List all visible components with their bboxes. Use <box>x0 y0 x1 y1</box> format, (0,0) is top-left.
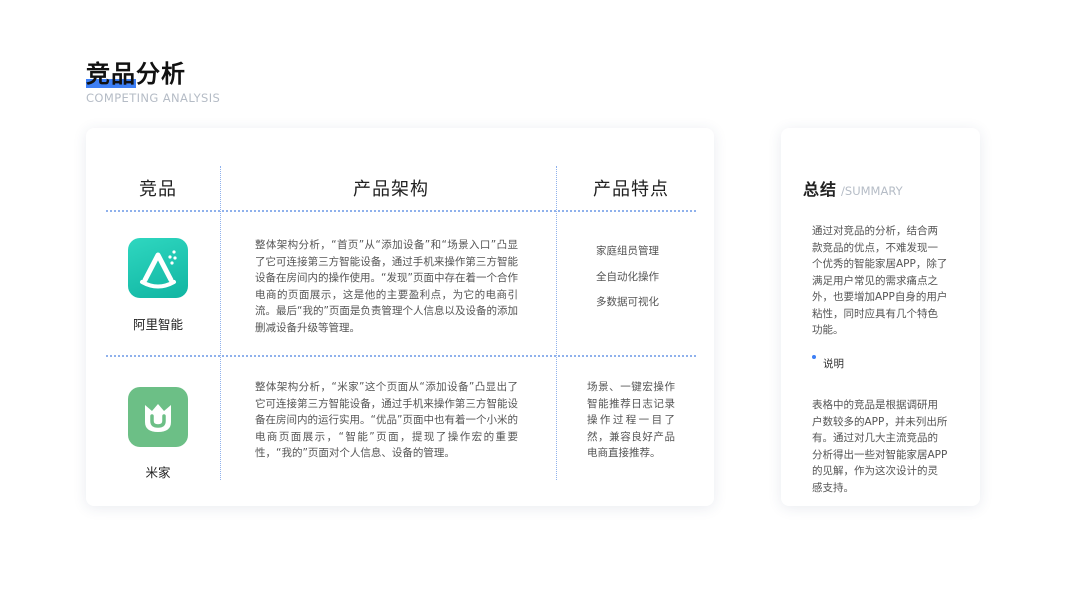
note-label: 说明 <box>823 358 844 370</box>
column-header-features: 产品特点 <box>593 179 669 200</box>
architecture-text-mijia: 整体架构分析，“米家”这个页面从“添加设备”凸显出了它可连接第三方智能设备，通过… <box>255 381 518 459</box>
table-divider-vertical-1 <box>220 166 221 480</box>
note-heading: 说明 <box>812 355 844 371</box>
architecture-text-alibaba: 整体架构分析，“首页”从“添加设备”和“场景入口”凸显了它可连接第三方智能设备，… <box>255 239 518 334</box>
comparison-table-card: 竞品 产品架构 产品特点 阿里智能 整体架构分析，“首页”从“添加设备”和“场景… <box>86 128 714 506</box>
feature-item: 多数据可视化 <box>596 296 659 308</box>
column-header-architecture: 产品架构 <box>353 179 429 200</box>
page-title-block: 竞品分析 <box>86 58 186 90</box>
page-subtitle: COMPETING ANALYSIS <box>86 91 221 105</box>
summary-title-cn: 总结 <box>803 180 838 199</box>
summary-title: 总结/SUMMARY <box>803 176 903 200</box>
feature-item: 全自动化操作 <box>596 270 659 283</box>
product-name-mijia: 米家 <box>145 465 171 480</box>
summary-card: 总结/SUMMARY 通过对竞品的分析，结合两款竞品的优点，不难发现一个优秀的智… <box>781 128 980 506</box>
feature-text-mijia: 场景、一键宏操作智能推荐日志记录操作过程一目了然，兼容良好产品电商直接推荐。 <box>587 381 675 459</box>
bullet-dot-icon <box>812 355 816 359</box>
table-divider-horizontal-2 <box>106 355 696 357</box>
table-divider-vertical-2 <box>556 166 557 480</box>
product-name-alibaba: 阿里智能 <box>132 317 183 332</box>
mijia-icon <box>128 387 188 447</box>
alibaba-smart-icon <box>128 238 188 298</box>
summary-body: 通过对竞品的分析，结合两款竞品的优点，不难发现一个优秀的智能家居APP，除了满足… <box>812 225 948 336</box>
column-header-product: 竞品 <box>139 179 177 200</box>
feature-item: 家庭组员管理 <box>596 245 659 257</box>
summary-title-en: /SUMMARY <box>841 184 903 198</box>
page-title: 竞品分析 <box>86 60 186 88</box>
feature-list-alibaba: 家庭组员管理 全自动化操作 多数据可视化 <box>596 241 659 318</box>
note-body: 表格中的竞品是根据调研用户数较多的APP，并未列出所有。通过对几大主流竞品的分析… <box>812 399 948 494</box>
table-divider-horizontal-1 <box>106 210 696 212</box>
